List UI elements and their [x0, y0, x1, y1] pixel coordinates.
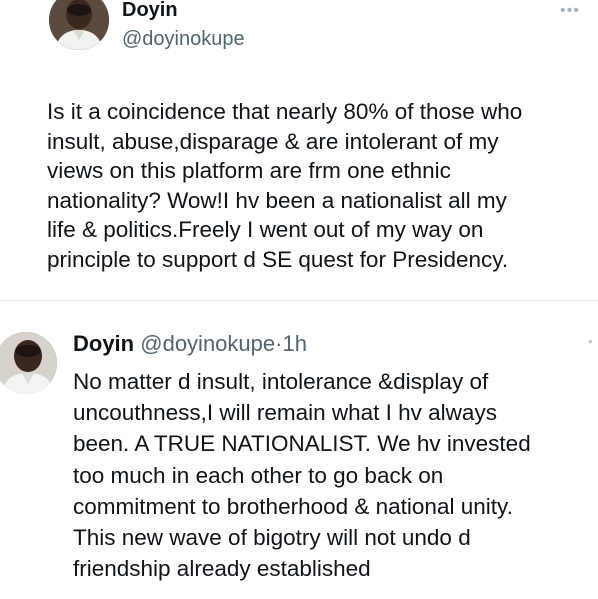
tweet-text: No matter d insult, intolerance &display…: [73, 369, 531, 582]
more-options-icon[interactable]: •: [588, 333, 593, 349]
username-handle[interactable]: @doyinokupe: [140, 331, 275, 356]
avatar-photo-icon: [0, 332, 57, 394]
username-handle[interactable]: @doyinokupe: [122, 28, 245, 51]
avatar[interactable]: [0, 332, 57, 394]
display-name[interactable]: Doyin: [73, 331, 134, 356]
avatar-photo-icon: [49, 0, 109, 50]
tweet-text: Is it a coincidence that nearly 80% of t…: [47, 99, 523, 272]
timestamp[interactable]: 1h: [282, 331, 306, 356]
divider: [0, 300, 598, 301]
tweet-header: Doyin @doyinokupe·1h: [73, 331, 307, 357]
more-options-icon[interactable]: •••: [560, 2, 580, 20]
avatar[interactable]: [49, 0, 109, 50]
tweet-quoted[interactable]: Doyin @doyinokupe ••• Is it a coincidenc…: [0, 0, 598, 302]
display-name[interactable]: Doyin: [122, 0, 178, 22]
